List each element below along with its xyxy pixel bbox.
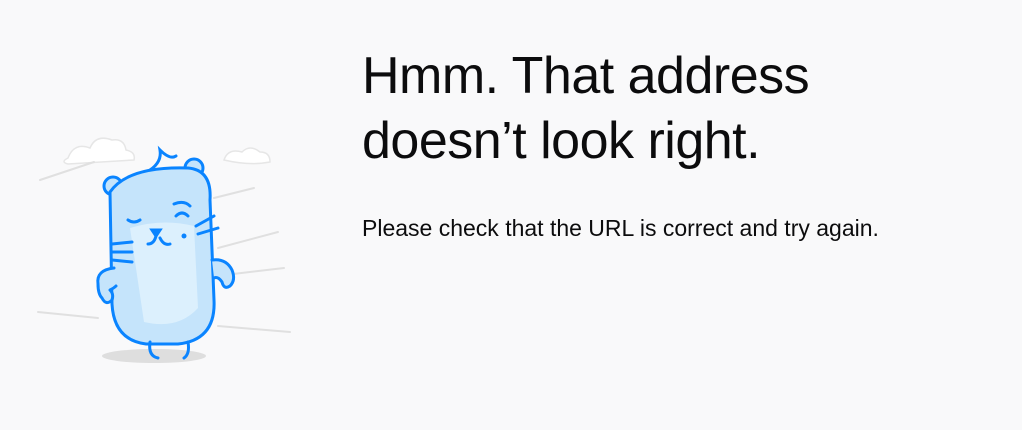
error-content: Hmm. That address doesn’t look right. Pl… <box>362 44 1002 244</box>
cloud-icon <box>63 137 271 165</box>
error-page: Hmm. That address doesn’t look right. Pl… <box>0 0 1022 430</box>
error-title: Hmm. That address doesn’t look right. <box>362 47 810 170</box>
error-description: Please check that the URL is correct and… <box>362 215 879 241</box>
confused-otter-icon <box>37 137 291 363</box>
